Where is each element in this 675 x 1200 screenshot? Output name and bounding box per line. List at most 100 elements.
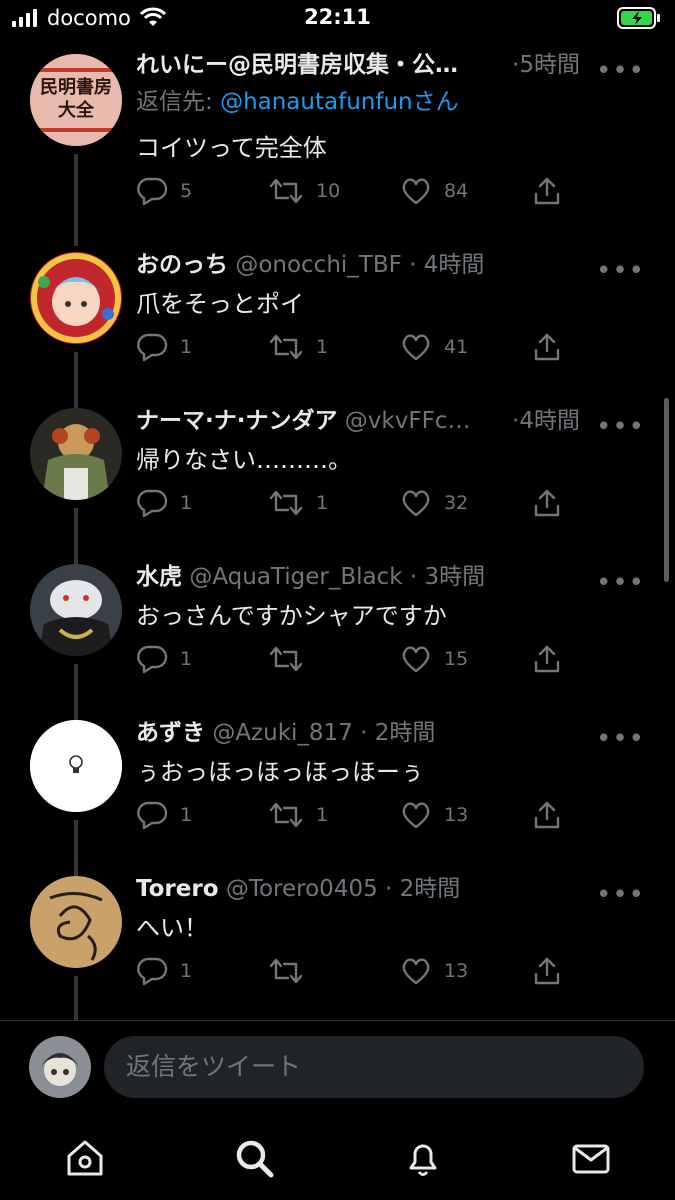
reply-count: 5 — [180, 180, 193, 202]
tweet-text: へい！ — [136, 914, 208, 942]
share-icon — [534, 801, 560, 829]
like-button[interactable]: 13 — [400, 956, 468, 986]
share-button[interactable] — [532, 644, 562, 674]
reply-count: 1 — [180, 492, 193, 514]
author-name[interactable]: れいにー@民明書房収集・公… — [136, 52, 458, 78]
tweet-actions: 5 10 84 — [136, 176, 576, 212]
tweet-time: 5時間 — [519, 52, 580, 78]
tweet-actions: 1 1 32 — [136, 488, 576, 524]
tab-bar — [0, 1120, 675, 1200]
tweet[interactable]: おのっち @onocchi_TBF · 4時間 ••• 爪をそっとポイ 1 1 … — [0, 192, 675, 410]
thread-connector — [74, 664, 78, 722]
tweet-time: 4時間 — [519, 408, 580, 434]
more-options-icon[interactable]: ••• — [596, 568, 645, 598]
more-options-icon[interactable]: ••• — [596, 724, 645, 754]
author-handle[interactable]: @Azuki_817 — [212, 720, 353, 746]
author-name[interactable]: あずき — [136, 720, 205, 746]
like-count: 32 — [444, 492, 469, 514]
retweet-button[interactable]: 10 — [268, 176, 340, 206]
share-icon — [534, 645, 560, 673]
like-count: 15 — [444, 648, 469, 670]
tweet[interactable]: Torero @Torero0405 · 2時間 ••• へい！ 1 13 — [0, 876, 675, 1020]
author-name[interactable]: Torero — [136, 876, 219, 902]
tweet[interactable]: あずき @Azuki_817 · 2時間 ••• ぅおっほっほっほっほーぅ 1 … — [0, 720, 675, 878]
like-button[interactable]: 84 — [400, 176, 468, 206]
retweet-icon — [269, 802, 303, 828]
more-options-icon[interactable]: ••• — [596, 412, 645, 442]
heart-icon — [402, 334, 430, 361]
more-options-icon[interactable]: ••• — [596, 256, 645, 286]
more-options-icon[interactable]: ••• — [596, 880, 645, 910]
thread-connector — [74, 820, 78, 878]
retweet-icon — [269, 334, 303, 360]
avatar[interactable] — [30, 408, 122, 500]
author-handle[interactable]: @Torero0405 — [226, 876, 378, 902]
reply-to-handle[interactable]: @hanautafunfunさん — [220, 89, 459, 115]
avatar[interactable]: 民明書房大全 — [30, 54, 122, 146]
thread-connector — [74, 154, 78, 194]
author-name[interactable]: おのっち — [136, 252, 228, 278]
share-button[interactable] — [532, 332, 562, 362]
reply-button[interactable]: 5 — [136, 176, 192, 206]
like-button[interactable]: 32 — [400, 488, 468, 518]
author-handle[interactable]: @onocchi_TBF — [235, 252, 402, 278]
retweet-button[interactable]: 1 — [268, 800, 328, 830]
heart-icon — [402, 802, 430, 829]
tweet-text: 爪をそっとポイ — [136, 290, 304, 318]
author-handle[interactable]: @vkvFFc… — [345, 408, 471, 434]
replying-to: 返信先: @hanautafunfunさん — [136, 89, 459, 115]
share-icon — [534, 333, 560, 361]
search-icon[interactable] — [232, 1136, 276, 1180]
reply-input[interactable]: 返信をツイート — [104, 1036, 644, 1098]
tweet-text: おっさんですかシャアですか — [136, 602, 447, 630]
reply-button[interactable]: 1 — [136, 956, 192, 986]
author-name[interactable]: 水虎 — [136, 564, 182, 590]
home-icon[interactable] — [63, 1136, 107, 1180]
share-button[interactable] — [532, 800, 562, 830]
avatar[interactable] — [30, 876, 122, 968]
notifications-icon[interactable] — [401, 1136, 445, 1180]
reply-icon — [137, 333, 168, 362]
avatar-book-title: 民明書房大全 — [40, 77, 112, 121]
avatar[interactable] — [30, 564, 122, 656]
avatar[interactable] — [30, 720, 122, 812]
reply-button[interactable]: 1 — [136, 332, 192, 362]
more-options-icon[interactable]: ••• — [596, 56, 645, 86]
like-count: 13 — [444, 804, 469, 826]
like-button[interactable]: 41 — [400, 332, 468, 362]
retweet-button[interactable] — [268, 956, 316, 986]
tweet[interactable]: ナーマ·ナ·ナンダア @vkvFFc… ·4時間 ••• 帰りなさい………。 1… — [0, 408, 675, 566]
tweet-actions: 1 1 41 — [136, 332, 576, 368]
share-button[interactable] — [532, 956, 562, 986]
clock: 22:11 — [304, 5, 371, 29]
share-button[interactable] — [532, 176, 562, 206]
like-button[interactable]: 13 — [400, 800, 468, 830]
tweet[interactable]: 民明書房大全 れいにー@民明書房収集・公… ·5時間 ••• 返信先: @han… — [0, 36, 675, 206]
heart-icon — [402, 958, 430, 985]
reply-button[interactable]: 1 — [136, 800, 192, 830]
like-button[interactable]: 15 — [400, 644, 468, 674]
retweet-icon — [269, 178, 303, 204]
reply-thread[interactable]: 民明書房大全 れいにー@民明書房収集・公… ·5時間 ••• 返信先: @han… — [0, 36, 675, 1020]
messages-icon[interactable] — [569, 1136, 613, 1180]
author-handle[interactable]: @AquaTiger_Black — [189, 564, 402, 590]
share-button[interactable] — [532, 488, 562, 518]
avatar[interactable] — [30, 252, 122, 344]
thread-connector — [74, 192, 78, 246]
thread-connector — [74, 352, 78, 410]
share-icon — [534, 177, 560, 205]
retweet-button[interactable]: 1 — [268, 488, 328, 518]
tweet-time: 3時間 — [424, 564, 486, 590]
scrollbar[interactable] — [664, 398, 669, 582]
tweet[interactable]: 水虎 @AquaTiger_Black · 3時間 ••• おっさんですかシャア… — [0, 564, 675, 722]
reply-button[interactable]: 1 — [136, 644, 192, 674]
retweet-button[interactable] — [268, 644, 316, 674]
tweet-time: 4時間 — [423, 252, 485, 278]
reply-button[interactable]: 1 — [136, 488, 192, 518]
reply-count: 1 — [180, 336, 193, 358]
tweet-text: 帰りなさい………。 — [136, 446, 352, 474]
author-name[interactable]: ナーマ·ナ·ナンダア — [136, 408, 337, 434]
retweet-button[interactable]: 1 — [268, 332, 328, 362]
retweet-count: 1 — [316, 492, 329, 514]
reply-count: 1 — [180, 648, 193, 670]
